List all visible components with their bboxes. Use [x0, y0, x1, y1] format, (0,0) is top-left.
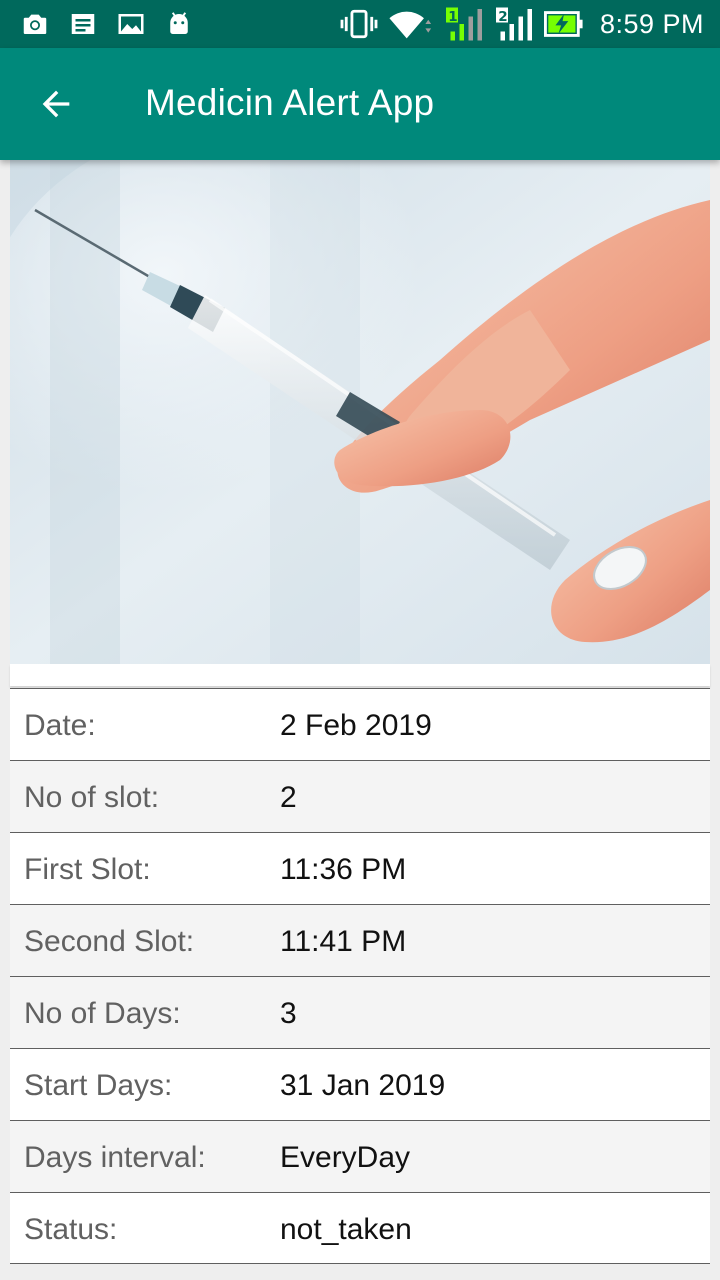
first-slot-row: First Slot: 11:36 PM — [10, 832, 710, 904]
row-label: First Slot: — [24, 853, 151, 886]
row-label: No of Days: — [24, 997, 181, 1030]
page-title: Medicin Alert App — [145, 82, 435, 123]
row-label: Status: — [24, 1213, 118, 1246]
row-value: 11:36 PM — [280, 853, 407, 886]
gallery-icon — [118, 14, 144, 34]
start-days-row: Start Days: 31 Jan 2019 — [10, 1048, 710, 1120]
system-icons: 1 2 8:59 PM — [340, 6, 704, 42]
row-label: Second Slot: — [24, 925, 195, 958]
slot-count-row: No of slot: 2 — [10, 760, 710, 832]
card-divider — [10, 664, 710, 686]
svg-text:1: 1 — [448, 9, 457, 25]
row-label: Days interval: — [24, 1141, 206, 1174]
details-table: Date: 2 Feb 2019 No of slot: 2 First Slo… — [10, 688, 710, 1264]
days-count-row: No of Days: 3 — [10, 976, 710, 1048]
second-slot-row: Second Slot: 11:41 PM — [10, 904, 710, 976]
vibrate-icon — [340, 9, 378, 39]
row-value: not_taken — [280, 1213, 412, 1246]
days-interval-row: Days interval: EveryDay — [10, 1120, 710, 1192]
status-bar: 1 2 8:59 PM — [0, 0, 720, 48]
clock: 8:59 PM — [599, 8, 704, 39]
row-value: EveryDay — [280, 1141, 411, 1174]
wifi-icon — [389, 11, 432, 39]
app-bar: Medicin Alert App — [0, 48, 720, 160]
svg-text:2: 2 — [498, 9, 507, 25]
camera-icon — [23, 14, 47, 34]
medicine-image — [10, 160, 710, 664]
date-row: Date: 2 Feb 2019 — [10, 688, 710, 760]
row-value: 3 — [280, 997, 297, 1030]
signal-sim1-icon: 1 — [445, 7, 482, 41]
status-row: Status: not_taken — [10, 1192, 710, 1264]
arrow-back-icon — [42, 90, 70, 118]
row-value: 11:41 PM — [280, 925, 407, 958]
android-icon — [170, 12, 188, 34]
row-value: 2 — [280, 781, 297, 814]
syringe-illustration — [10, 160, 710, 664]
battery-charging-icon — [543, 11, 583, 37]
row-value: 2 Feb 2019 — [280, 709, 432, 742]
row-label: Start Days: — [24, 1069, 173, 1102]
back-button[interactable] — [30, 78, 82, 130]
message-icon — [71, 14, 95, 34]
row-label: Date: — [24, 709, 96, 742]
notification-icons — [20, 9, 194, 39]
signal-sim2-icon: 2 — [495, 7, 532, 41]
row-label: No of slot: — [24, 781, 160, 814]
row-value: 31 Jan 2019 — [280, 1069, 446, 1102]
